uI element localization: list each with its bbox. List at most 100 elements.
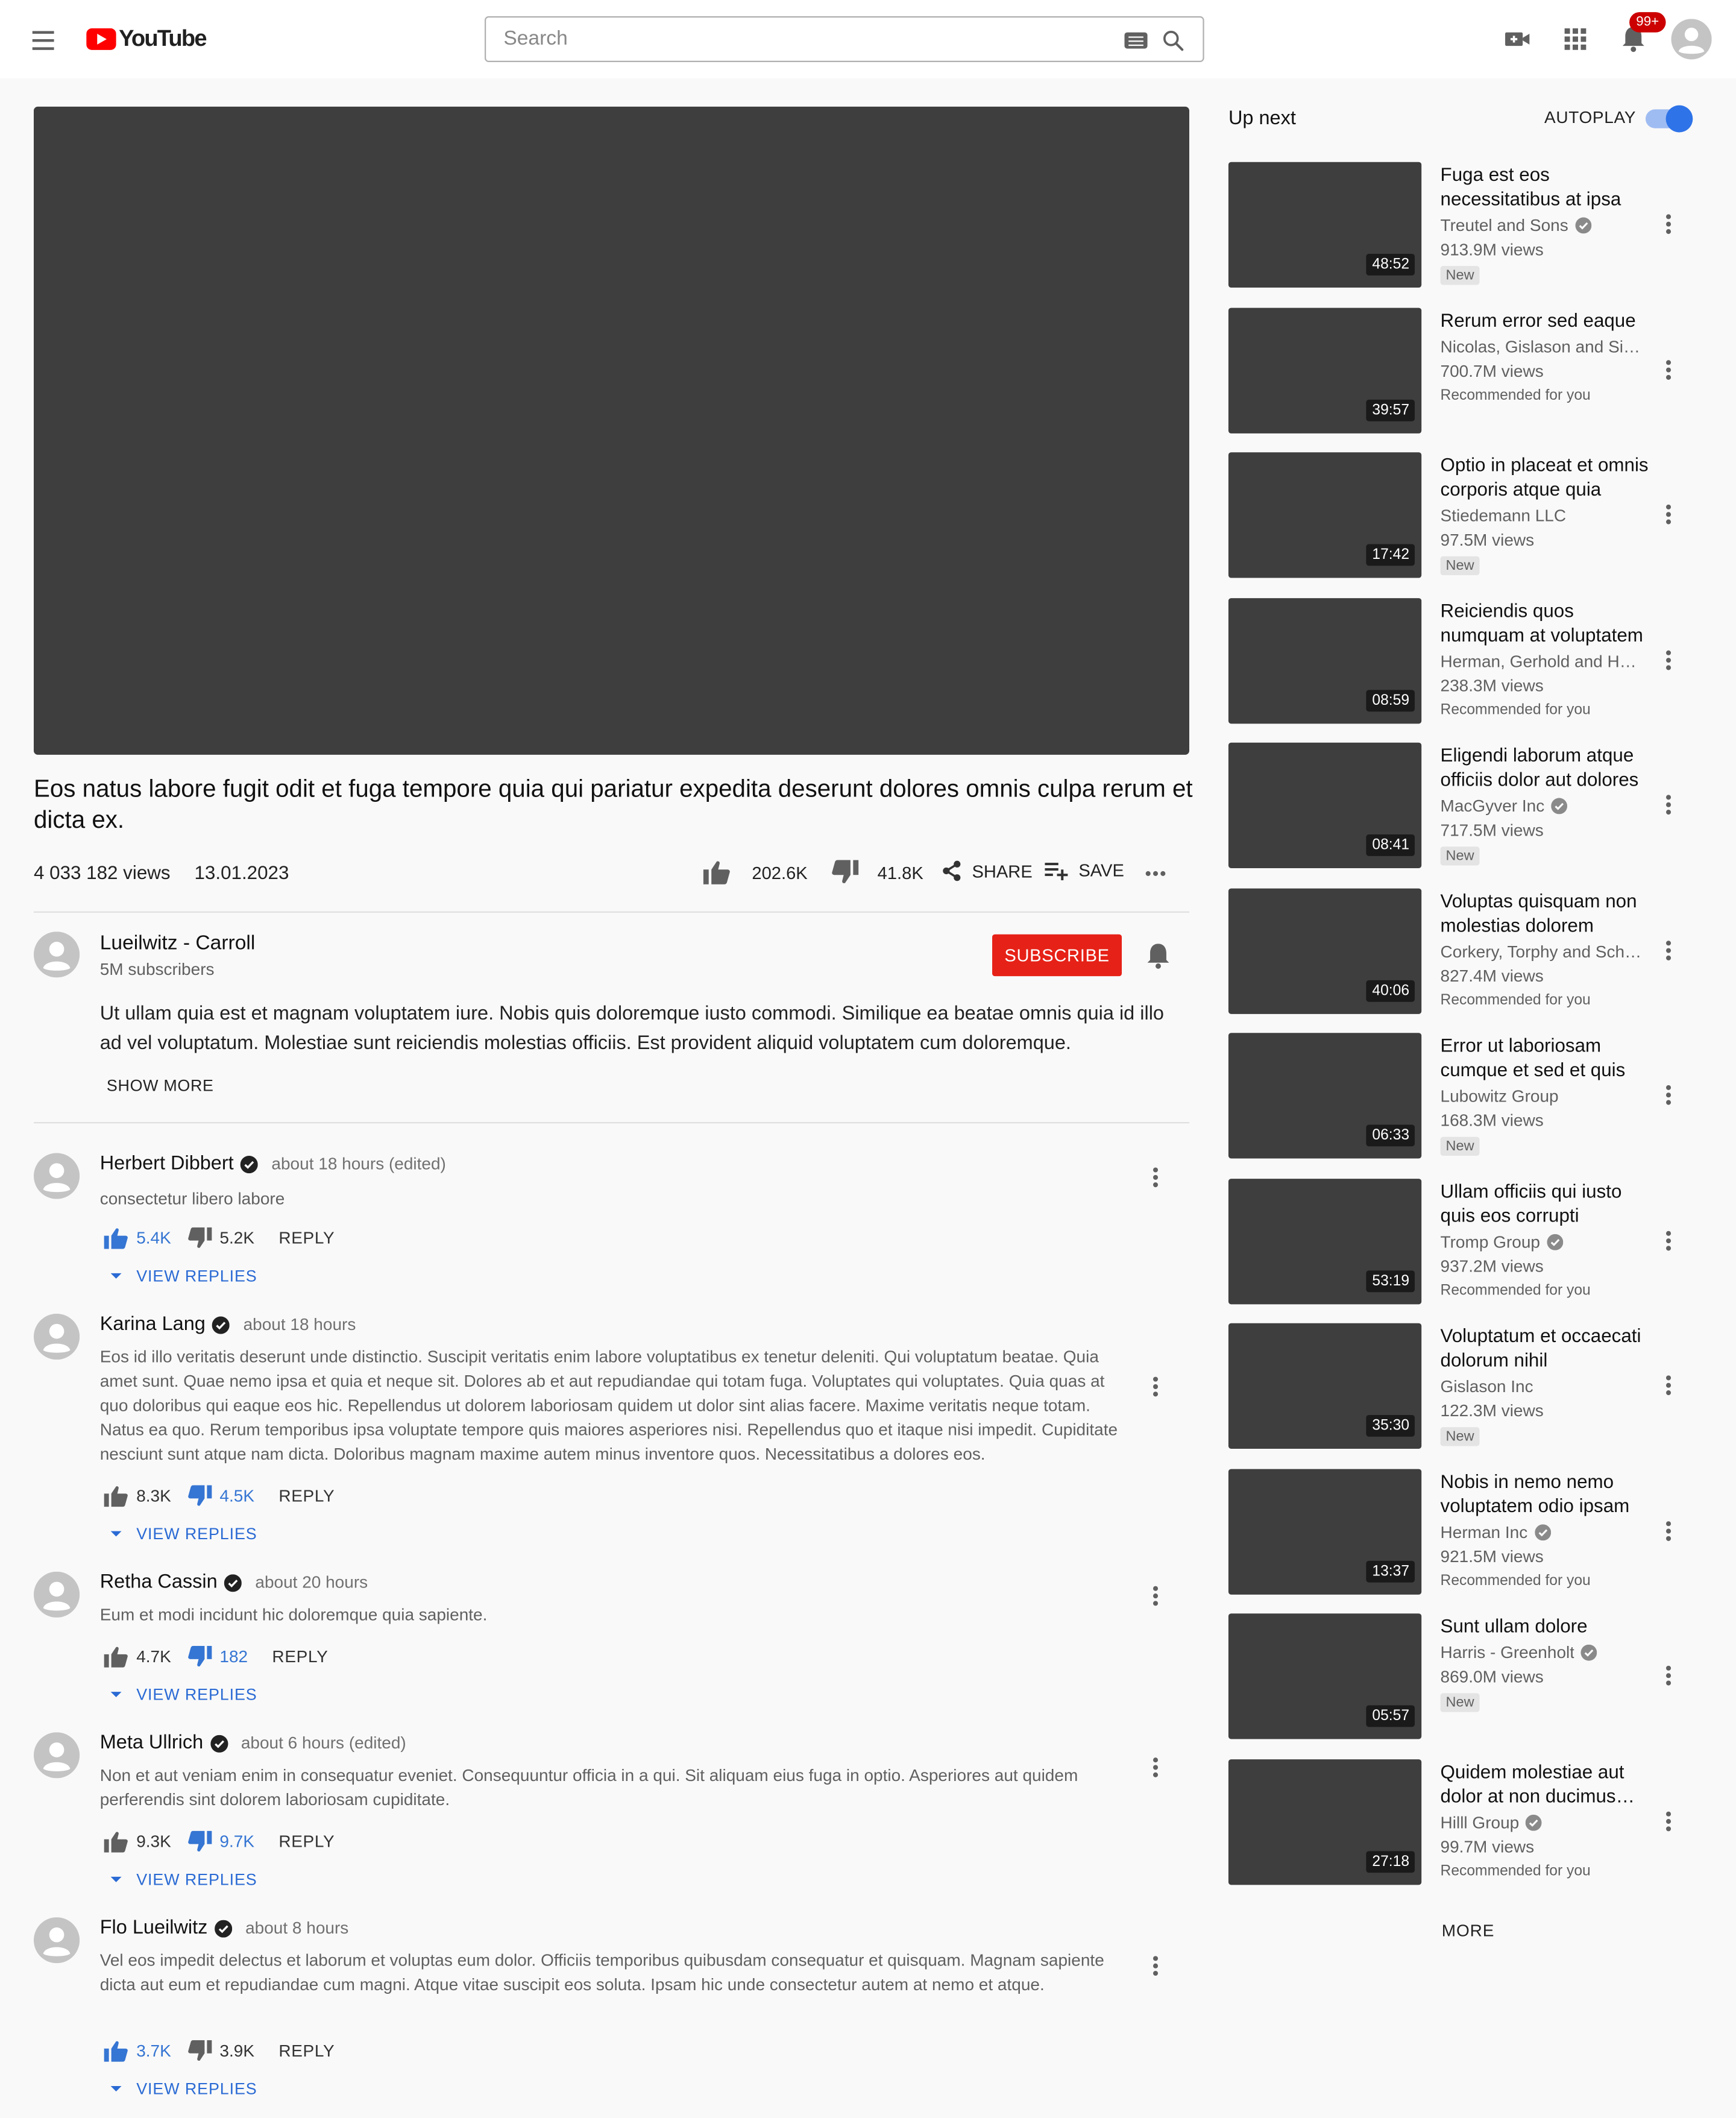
comment-author[interactable]: Flo Lueilwitz [100, 1917, 208, 1939]
reply-button[interactable]: REPLY [272, 1647, 328, 1666]
video-more-icon[interactable] [1658, 213, 1679, 235]
video-player[interactable] [33, 106, 1189, 755]
recommended-video-title[interactable]: Eligendi laborum atque officiis dolor au… [1441, 743, 1650, 792]
view-replies-button[interactable]: VIEW REPLIES [110, 2079, 257, 2098]
recommended-video[interactable]: 05:57 Sunt ullam dolore Harris - Greenho… [1228, 1613, 1687, 1741]
comment-dislike-button[interactable]: 182 [187, 1645, 248, 1668]
youtube-logo[interactable]: YouTube [86, 24, 207, 54]
more-button[interactable]: MORE [1442, 1921, 1495, 1940]
comment-more-icon[interactable] [1145, 1167, 1166, 1188]
video-more-icon[interactable] [1658, 1810, 1679, 1832]
recommended-video[interactable]: 53:19 Ullam officiis qui iusto quis eos … [1228, 1177, 1687, 1305]
channel-name[interactable]: Lueilwitz - Carroll [100, 931, 256, 954]
view-replies-button[interactable]: VIEW REPLIES [110, 1267, 257, 1285]
channel-notification-bell-icon[interactable] [1146, 942, 1170, 969]
video-thumbnail[interactable]: 05:57 [1228, 1613, 1422, 1739]
reply-button[interactable]: REPLY [278, 1229, 335, 1247]
recommended-video[interactable]: 08:59 Reiciendis quos numquam at volupta… [1228, 597, 1687, 725]
recommended-video-title[interactable]: Sunt ullam dolore [1441, 1613, 1650, 1637]
recommended-video-title[interactable]: Rerum error sed eaque [1441, 307, 1650, 331]
recommended-video[interactable]: 06:33 Error ut laboriosam cumque et sed … [1228, 1033, 1687, 1160]
comment-like-button[interactable]: 5.4K [104, 1228, 171, 1249]
comment-more-icon[interactable] [1145, 1585, 1166, 1607]
video-more-icon[interactable] [1658, 503, 1679, 525]
recommended-video[interactable]: 08:41 Eligendi laborum atque officiis do… [1228, 742, 1687, 870]
video-more-icon[interactable] [1658, 1229, 1679, 1251]
video-more-icon[interactable] [1658, 1665, 1679, 1686]
commenter-avatar[interactable] [33, 1153, 80, 1199]
commenter-avatar[interactable] [33, 1917, 80, 1964]
comment-like-button[interactable]: 8.3K [104, 1485, 171, 1507]
video-more-icon[interactable] [1658, 1520, 1679, 1542]
user-avatar-icon[interactable] [1671, 19, 1712, 60]
comment-author[interactable]: Karina Lang [100, 1314, 206, 1335]
recommended-video-title[interactable]: Fuga est eos necessitatibus at ipsa [1441, 162, 1650, 211]
video-thumbnail[interactable]: 35:30 [1228, 1323, 1422, 1449]
recommended-video[interactable]: 48:52 Fuga est eos necessitatibus at ips… [1228, 162, 1687, 289]
comment-dislike-button[interactable]: 4.5K [187, 1485, 254, 1507]
reply-button[interactable]: REPLY [278, 2041, 335, 2060]
dislike-button[interactable]: 41.8K [832, 860, 923, 884]
like-button[interactable]: 202.6K [703, 860, 808, 884]
video-more-icon[interactable] [1658, 1375, 1679, 1396]
recommended-video-title[interactable]: Ullam officiis qui iusto quis eos corrup… [1441, 1178, 1650, 1227]
video-thumbnail[interactable]: 40:06 [1228, 887, 1422, 1013]
recommended-video[interactable]: 40:06 Voluptas quisquam non molestias do… [1228, 887, 1687, 1015]
comment-author[interactable]: Herbert Dibbert [100, 1153, 234, 1175]
reply-button[interactable]: REPLY [278, 1832, 335, 1851]
video-more-icon[interactable] [1658, 649, 1679, 670]
commenter-avatar[interactable] [33, 1732, 80, 1779]
recommended-video[interactable]: 27:18 Quidem molestiae aut dolor at non … [1228, 1758, 1687, 1886]
video-thumbnail[interactable]: 27:18 [1228, 1758, 1422, 1885]
comment-dislike-button[interactable]: 5.2K [187, 1227, 254, 1249]
video-more-icon[interactable] [1658, 794, 1679, 816]
channel-avatar[interactable] [33, 931, 80, 978]
video-more-icon[interactable] [1658, 359, 1679, 380]
video-more-icon[interactable] [1658, 1084, 1679, 1106]
recommended-video-title[interactable]: Optio in placeat et omnis corporis atque… [1441, 452, 1650, 501]
apps-grid-icon[interactable] [1558, 22, 1593, 57]
commenter-avatar[interactable] [33, 1314, 80, 1360]
more-actions-icon[interactable] [1145, 863, 1177, 884]
view-replies-button[interactable]: VIEW REPLIES [110, 1685, 257, 1704]
recommended-video[interactable]: 17:42 Optio in placeat et omnis corporis… [1228, 452, 1687, 579]
save-button[interactable]: SAVE [1045, 860, 1124, 880]
reply-button[interactable]: REPLY [278, 1487, 335, 1505]
recommended-video-title[interactable]: Voluptatum et occaecati dolorum nihil [1441, 1323, 1650, 1372]
comment-author[interactable]: Meta Ullrich [100, 1732, 203, 1754]
comment-like-button[interactable]: 4.7K [104, 1646, 171, 1668]
comment-like-button[interactable]: 3.7K [104, 2040, 171, 2062]
comment-like-button[interactable]: 9.3K [104, 1831, 171, 1853]
video-thumbnail[interactable]: 08:59 [1228, 597, 1422, 723]
comment-dislike-button[interactable]: 9.7K [187, 1830, 254, 1853]
recommended-video[interactable]: 13:37 Nobis in nemo nemo voluptatem odio… [1228, 1468, 1687, 1595]
video-thumbnail[interactable]: 13:37 [1228, 1468, 1422, 1594]
recommended-video-title[interactable]: Quidem molestiae aut dolor at non ducimu… [1441, 1759, 1650, 1808]
search-input[interactable] [500, 25, 1101, 52]
video-thumbnail[interactable]: 06:33 [1228, 1033, 1422, 1159]
view-replies-button[interactable]: VIEW REPLIES [110, 1870, 257, 1889]
comment-more-icon[interactable] [1145, 1376, 1166, 1398]
search-icon[interactable] [1161, 28, 1185, 52]
autoplay-toggle[interactable] [1645, 105, 1693, 133]
comment-more-icon[interactable] [1145, 1955, 1166, 1977]
comment-author[interactable]: Retha Cassin [100, 1572, 218, 1593]
video-thumbnail[interactable]: 39:57 [1228, 307, 1422, 433]
recommended-video-title[interactable]: Error ut laboriosam cumque et sed et qui… [1441, 1033, 1650, 1082]
video-thumbnail[interactable]: 53:19 [1228, 1177, 1422, 1304]
recommended-video[interactable]: 35:30 Voluptatum et occaecati dolorum ni… [1228, 1323, 1687, 1451]
recommended-video[interactable]: 39:57 Rerum error sed eaque Nicolas, Gis… [1228, 307, 1687, 434]
share-button[interactable]: SHARE [942, 860, 1033, 882]
comment-dislike-button[interactable]: 3.9K [187, 2040, 254, 2062]
view-replies-button[interactable]: VIEW REPLIES [110, 1524, 257, 1543]
recommended-video-title[interactable]: Reiciendis quos numquam at voluptatem [1441, 597, 1650, 646]
upload-video-icon[interactable] [1500, 22, 1535, 57]
video-thumbnail[interactable]: 17:42 [1228, 452, 1422, 578]
subscribe-button[interactable]: SUBSCRIBE [992, 934, 1122, 977]
recommended-video-title[interactable]: Voluptas quisquam non molestias dolorem [1441, 887, 1650, 936]
recommended-video-title[interactable]: Nobis in nemo nemo voluptatem odio ipsam [1441, 1468, 1650, 1517]
video-more-icon[interactable] [1658, 939, 1679, 961]
video-thumbnail[interactable]: 48:52 [1228, 162, 1422, 288]
commenter-avatar[interactable] [33, 1571, 80, 1618]
hamburger-menu-icon[interactable] [28, 26, 58, 53]
